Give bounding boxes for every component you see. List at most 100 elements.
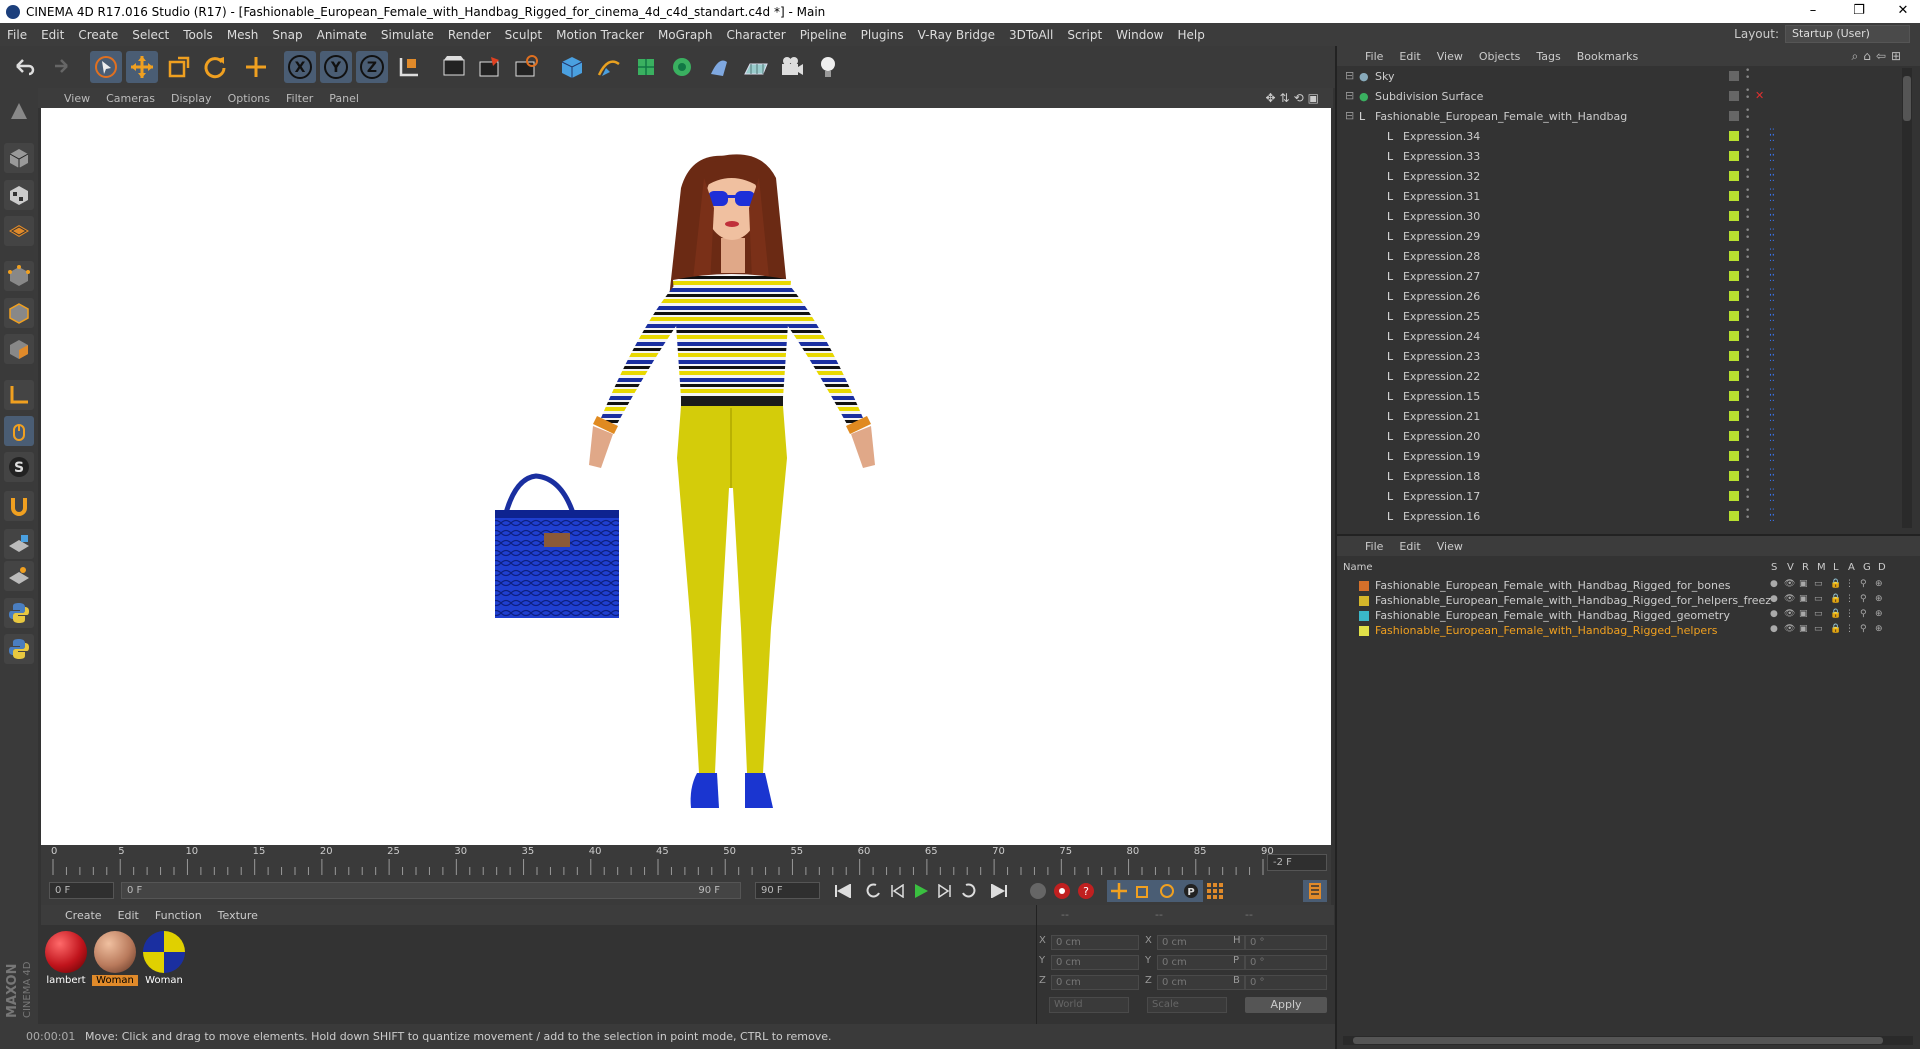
visibility-dots-icon[interactable]: • •	[1745, 247, 1750, 263]
expression-tag-icon[interactable]: ⁚⁚ ⁚⁚	[1769, 449, 1775, 464]
subdivision-surface-icon[interactable]	[630, 51, 662, 83]
expression-tag-icon[interactable]: ⁚⁚ ⁚⁚	[1769, 489, 1775, 504]
rotate-tool-icon[interactable]	[199, 51, 231, 83]
visibility-dots-icon[interactable]: • •	[1745, 327, 1750, 343]
menu-file[interactable]: File	[0, 28, 34, 42]
layer-render-icon[interactable]: ▣	[1799, 579, 1808, 589]
polygons-mode-icon[interactable]	[4, 334, 34, 364]
visibility-dots-icon[interactable]: • •	[1745, 287, 1750, 303]
layer-solo-icon[interactable]: ●	[1770, 609, 1778, 619]
object-row[interactable]: ᒪ Expression.32 • • ⁚⁚ ⁚⁚	[1337, 166, 1897, 186]
om-menu-file[interactable]: File	[1337, 50, 1391, 63]
layer-color-swatch[interactable]	[1729, 511, 1739, 521]
lm-menu-edit[interactable]: Edit	[1391, 540, 1428, 553]
layer-color-swatch[interactable]	[1729, 231, 1739, 241]
visibility-dots-icon[interactable]: • •	[1745, 367, 1750, 383]
material-woman-clothes[interactable]: Woman	[141, 931, 187, 986]
make-editable-icon[interactable]	[4, 96, 34, 126]
layer-animation-icon[interactable]: ⋮	[1845, 624, 1854, 634]
render-view-icon[interactable]	[438, 51, 470, 83]
menu-mesh[interactable]: Mesh	[220, 28, 266, 42]
planar-workplane-icon[interactable]	[4, 561, 34, 591]
layer-color-swatch[interactable]	[1729, 351, 1739, 361]
expression-tag-icon[interactable]: ⁚⁚ ⁚⁚	[1769, 349, 1775, 364]
expression-tag-icon[interactable]: ⁚⁚ ⁚⁚	[1769, 289, 1775, 304]
y-axis-lock-icon[interactable]: Y	[320, 51, 352, 83]
x-axis-lock-icon[interactable]: X	[284, 51, 316, 83]
coord-field[interactable]: 0 cm	[1157, 935, 1245, 950]
layer-color-swatch[interactable]	[1729, 91, 1739, 101]
object-row[interactable]: ᒪ Expression.22 • • ⁚⁚ ⁚⁚	[1337, 366, 1897, 386]
object-list-scrollbar[interactable]	[1902, 68, 1912, 528]
coord-field[interactable]: 0 cm	[1051, 935, 1139, 950]
layer-color-swatch[interactable]	[1729, 271, 1739, 281]
object-row[interactable]: ᒪ Expression.27 • • ⁚⁚ ⁚⁚	[1337, 266, 1897, 286]
visibility-dots-icon[interactable]: • •	[1745, 187, 1750, 203]
expression-tag-icon[interactable]: ⁚⁚ ⁚⁚	[1769, 269, 1775, 284]
points-mode-icon[interactable]	[4, 261, 34, 291]
expression-tag-icon[interactable]: ⁚⁚ ⁚⁚	[1769, 309, 1775, 324]
python-script-2-icon[interactable]	[4, 634, 34, 664]
material-menu-edit[interactable]: Edit	[110, 909, 147, 922]
next-key-icon[interactable]	[957, 880, 981, 902]
play-icon[interactable]	[909, 880, 933, 902]
lm-menu-view[interactable]: View	[1429, 540, 1471, 553]
object-row[interactable]: ᒪ Expression.19 • • ⁚⁚ ⁚⁚	[1337, 446, 1897, 466]
camera-icon[interactable]	[776, 51, 808, 83]
object-row[interactable]: ᒪ Expression.30 • • ⁚⁚ ⁚⁚	[1337, 206, 1897, 226]
keyframe-selection-icon[interactable]: ?	[1074, 880, 1098, 902]
tweak-mode-icon[interactable]	[4, 416, 34, 446]
deformer-icon[interactable]	[703, 51, 735, 83]
restore-button[interactable]: ❐	[1836, 0, 1882, 23]
material-lambert[interactable]: lambert	[43, 931, 89, 986]
menu-help[interactable]: Help	[1170, 28, 1211, 42]
object-row[interactable]: ᒪ Expression.28 • • ⁚⁚ ⁚⁚	[1337, 246, 1897, 266]
expression-tag-icon[interactable]: ⁚⁚ ⁚⁚	[1769, 189, 1775, 204]
layer-row[interactable]: Fashionable_European_Female_with_Handbag…	[1337, 623, 1920, 638]
layer-animation-icon[interactable]: ⋮	[1845, 594, 1854, 604]
prev-key-icon[interactable]	[861, 880, 885, 902]
expression-tag-icon[interactable]: ⁚⁚ ⁚⁚	[1769, 249, 1775, 264]
visibility-dots-icon[interactable]: • •	[1745, 267, 1750, 283]
layer-row[interactable]: Fashionable_European_Female_with_Handbag…	[1337, 593, 1920, 608]
object-row[interactable]: ᒪ Expression.26 • • ⁚⁚ ⁚⁚	[1337, 286, 1897, 306]
layer-solo-icon[interactable]: ●	[1770, 579, 1778, 589]
floor-environment-icon[interactable]	[740, 51, 772, 83]
key-position-icon[interactable]	[1107, 880, 1131, 902]
om-menu-edit[interactable]: Edit	[1391, 50, 1428, 63]
object-row[interactable]: ᒪ Expression.25 • • ⁚⁚ ⁚⁚	[1337, 306, 1897, 326]
om-menu-bookmarks[interactable]: Bookmarks	[1569, 50, 1646, 63]
layer-lock-icon[interactable]: 🔒	[1830, 594, 1841, 604]
object-row[interactable]: ᒪ Expression.17 • • ⁚⁚ ⁚⁚	[1337, 486, 1897, 506]
coord-field[interactable]: 0 °	[1245, 935, 1327, 950]
material-menu-function[interactable]: Function	[147, 909, 210, 922]
menu-motion-tracker[interactable]: Motion Tracker	[549, 28, 651, 42]
move-tool-icon[interactable]	[126, 51, 158, 83]
expression-tag-icon[interactable]: ⁚⁚ ⁚⁚	[1769, 169, 1775, 184]
key-rotation-icon[interactable]	[1155, 880, 1179, 902]
layer-deformer-icon[interactable]: ⊕	[1875, 579, 1883, 589]
object-row[interactable]: ● ⊟ Sky • •	[1337, 66, 1897, 86]
expression-tag-icon[interactable]: ⁚⁚ ⁚⁚	[1769, 149, 1775, 164]
om-search-home-icons[interactable]: ⌕⌂⇦⊞	[1852, 49, 1906, 64]
viewport-menu-panel[interactable]: Panel	[321, 92, 367, 105]
scale-tool-icon[interactable]	[163, 51, 195, 83]
menu-plugins[interactable]: Plugins	[854, 28, 911, 42]
visibility-dots-icon[interactable]: • •	[1745, 227, 1750, 243]
goto-start-icon[interactable]	[831, 880, 855, 902]
layer-color-swatch[interactable]	[1359, 611, 1369, 621]
visibility-dots-icon[interactable]: • •	[1745, 467, 1750, 483]
layer-lock-icon[interactable]: 🔒	[1830, 579, 1841, 589]
expand-toggle-icon[interactable]: ⊟	[1345, 89, 1354, 102]
world-dropdown[interactable]: World	[1049, 997, 1129, 1013]
record-keys-icon[interactable]	[1026, 880, 1050, 902]
edges-mode-icon[interactable]	[4, 298, 34, 328]
layer-generator-icon[interactable]: ⚲	[1860, 579, 1867, 589]
current-frame-field[interactable]: -2 F	[1267, 854, 1327, 871]
visibility-dots-icon[interactable]: • •	[1745, 347, 1750, 363]
layer-solo-icon[interactable]: ●	[1770, 594, 1778, 604]
coord-field[interactable]: 0 °	[1245, 955, 1327, 970]
layer-animation-icon[interactable]: ⋮	[1845, 609, 1854, 619]
goto-end-icon[interactable]	[987, 880, 1011, 902]
layer-color-swatch[interactable]	[1729, 411, 1739, 421]
